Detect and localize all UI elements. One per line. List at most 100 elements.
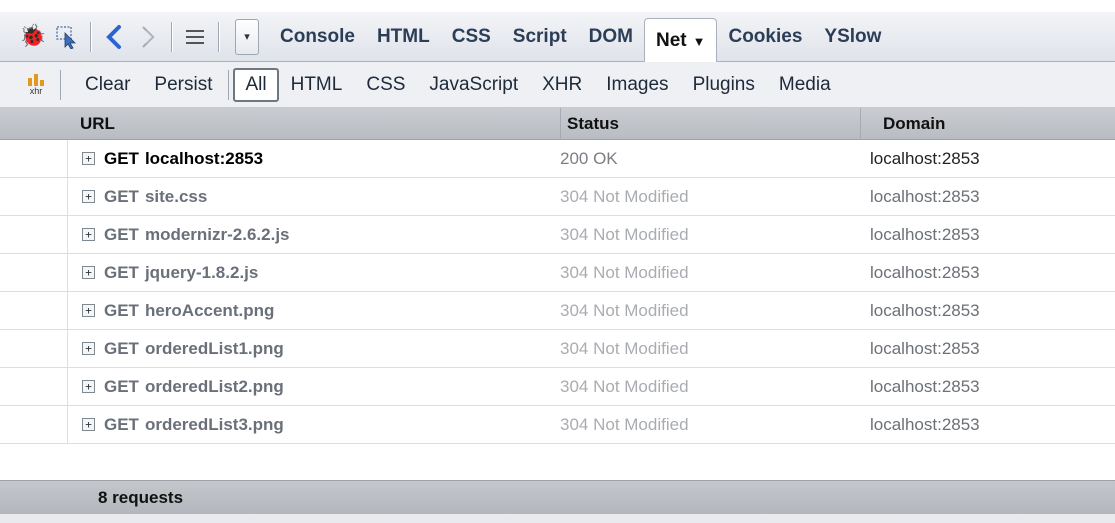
request-method: GET <box>104 263 139 282</box>
row-gutter <box>0 178 68 216</box>
request-status: 304 Not Modified <box>560 225 689 244</box>
persist-button[interactable]: Persist <box>142 68 224 102</box>
tab-script[interactable]: Script <box>502 16 578 58</box>
firebug-toolbar: 🐞 ▾ Console HTML CSS Script DOM Net ▼ Co… <box>0 12 1115 64</box>
toolbar-separator <box>60 69 61 100</box>
row-gutter <box>0 140 68 178</box>
filter-html[interactable]: HTML <box>279 68 355 102</box>
clear-button[interactable]: Clear <box>73 68 142 102</box>
filter-plugins[interactable]: Plugins <box>681 68 767 102</box>
filter-css[interactable]: CSS <box>354 68 417 102</box>
request-domain: localhost:2853 <box>870 149 980 168</box>
expand-plus-icon[interactable]: + <box>82 418 95 431</box>
expand-plus-icon[interactable]: + <box>82 190 95 203</box>
request-url: GET site.css <box>104 178 207 216</box>
column-header-domain[interactable]: Domain <box>860 108 1115 140</box>
panel-menu-dropdown-button[interactable]: ▾ <box>235 18 259 55</box>
tab-console[interactable]: Console <box>269 16 366 58</box>
request-status: 304 Not Modified <box>560 377 689 396</box>
expand-plus-icon[interactable]: + <box>82 380 95 393</box>
request-domain: localhost:2853 <box>870 377 980 396</box>
request-method: GET <box>104 187 139 206</box>
firebug-icon[interactable]: 🐞 <box>16 18 50 56</box>
inspect-icon[interactable] <box>50 18 84 56</box>
row-gutter <box>0 368 68 406</box>
tab-html[interactable]: HTML <box>366 16 441 58</box>
request-domain: localhost:2853 <box>870 187 980 206</box>
request-status: 304 Not Modified <box>560 415 689 434</box>
list-icon[interactable] <box>178 18 212 56</box>
tab-net-label: Net <box>655 30 687 51</box>
expand-plus-icon[interactable]: + <box>82 228 95 241</box>
toolbar-separator <box>171 21 172 52</box>
tab-css[interactable]: CSS <box>441 16 502 58</box>
request-domain: localhost:2853 <box>870 263 980 282</box>
request-status: 304 Not Modified <box>560 339 689 358</box>
chevron-down-icon: ▾ <box>244 30 250 43</box>
table-row[interactable]: + GET localhost:2853 200 OK localhost:285… <box>0 140 1115 178</box>
tab-yslow[interactable]: YSlow <box>813 16 892 58</box>
forward-icon[interactable] <box>131 18 165 56</box>
filter-javascript[interactable]: JavaScript <box>417 68 530 102</box>
row-gutter <box>0 254 68 292</box>
table-row[interactable]: + GET jquery-1.8.2.js 304 Not Modified lo… <box>0 254 1115 292</box>
request-method: GET <box>104 339 139 358</box>
tab-cookies[interactable]: Cookies <box>717 16 813 58</box>
expand-plus-icon[interactable]: + <box>82 342 95 355</box>
filter-media[interactable]: Media <box>767 68 843 102</box>
toolbar-separator <box>218 21 219 52</box>
row-gutter <box>0 406 68 444</box>
table-row[interactable]: + GET heroAccent.png 304 Not Modified loc… <box>0 292 1115 330</box>
xhr-icon-label: xhr <box>29 85 43 96</box>
expand-plus-icon[interactable]: + <box>82 266 95 279</box>
request-domain: localhost:2853 <box>870 301 980 320</box>
panel-bottom-strip <box>0 514 1115 523</box>
row-gutter <box>0 330 68 368</box>
back-icon[interactable] <box>97 18 131 56</box>
row-gutter <box>0 292 68 330</box>
request-table-header: URL Status Domain <box>0 108 1115 140</box>
request-url-text: site.css <box>144 187 208 206</box>
request-count: 8 requests <box>98 488 184 507</box>
table-row[interactable]: + GET orderedList3.png 304 Not Modified l… <box>0 406 1115 444</box>
request-url: GET localhost:2853 <box>104 140 263 178</box>
toolbar-separator <box>228 69 230 100</box>
tab-net[interactable]: Net ▼ <box>643 17 718 64</box>
table-row[interactable]: + GET orderedList2.png 304 Not Modified l… <box>0 368 1115 406</box>
request-url-text: modernizr-2.6.2.js <box>144 225 290 244</box>
row-gutter <box>0 216 68 254</box>
request-url: GET orderedList2.png <box>104 368 284 406</box>
tab-dom[interactable]: DOM <box>578 16 644 58</box>
request-url: GET jquery-1.8.2.js <box>104 254 258 292</box>
request-domain: localhost:2853 <box>870 415 980 434</box>
request-url-text: orderedList2.png <box>144 377 284 396</box>
request-url: GET orderedList1.png <box>104 330 284 368</box>
expand-plus-icon[interactable]: + <box>82 152 95 165</box>
request-table-body: + GET localhost:2853 200 OK localhost:285… <box>0 140 1115 444</box>
request-url: GET modernizr-2.6.2.js <box>104 216 290 254</box>
window-top-strip <box>0 0 1115 12</box>
request-status: 304 Not Modified <box>560 187 689 206</box>
request-status: 304 Not Modified <box>560 263 689 282</box>
net-toolbar: xhr Clear Persist All HTML CSS JavaScrip… <box>0 62 1115 108</box>
request-summary-row: 8 requests <box>0 480 1115 514</box>
expand-plus-icon[interactable]: + <box>82 304 95 317</box>
table-row[interactable]: + GET site.css 304 Not Modified localhost… <box>0 178 1115 216</box>
request-domain: localhost:2853 <box>870 225 980 244</box>
column-header-url[interactable]: URL <box>80 108 540 140</box>
column-header-status[interactable]: Status <box>560 108 860 140</box>
request-url-text: jquery-1.8.2.js <box>144 263 259 282</box>
chevron-down-icon: ▼ <box>692 33 706 49</box>
request-status: 304 Not Modified <box>560 301 689 320</box>
request-method: GET <box>104 301 139 320</box>
table-row[interactable]: + GET orderedList1.png 304 Not Modified l… <box>0 330 1115 368</box>
filter-all[interactable]: All <box>233 67 279 102</box>
table-row[interactable]: + GET modernizr-2.6.2.js 304 Not Modified… <box>0 216 1115 254</box>
filter-images[interactable]: Images <box>594 68 680 102</box>
request-method: GET <box>104 149 139 168</box>
request-url-text: orderedList3.png <box>144 415 284 434</box>
xhr-breakpoint-icon[interactable]: xhr <box>22 69 50 101</box>
request-url: GET orderedList3.png <box>104 406 284 444</box>
request-url-text: localhost:2853 <box>144 149 264 168</box>
filter-xhr[interactable]: XHR <box>530 68 594 102</box>
